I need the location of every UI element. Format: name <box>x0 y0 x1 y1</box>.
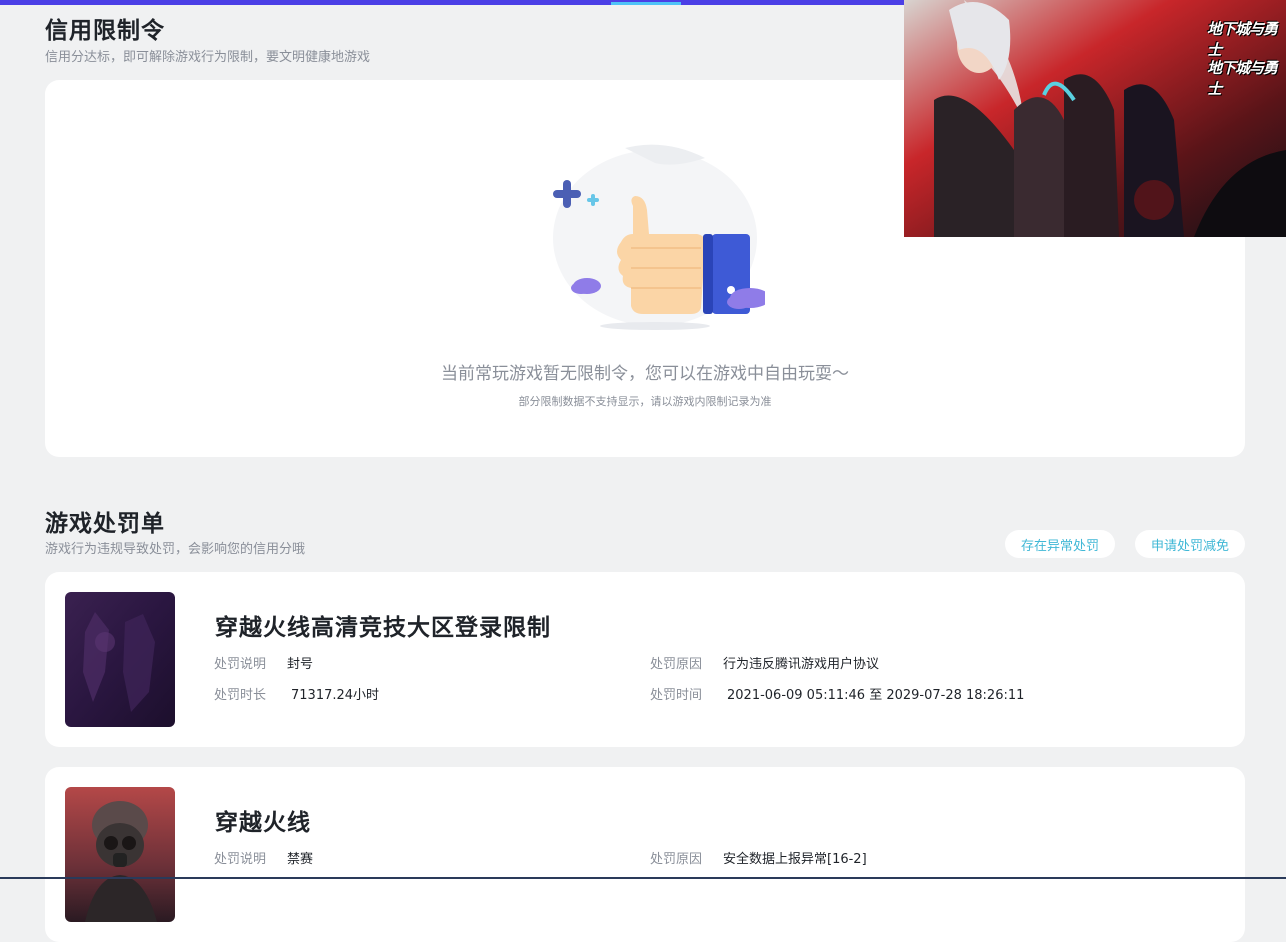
penalty-desc-value: 封号 <box>287 657 314 672</box>
penalty-time-value: 2021-06-09 05:11:46 至 2029-07-28 18:26:1… <box>727 688 1025 703</box>
game-logo-secondary: 地下城与勇士 <box>1207 59 1278 98</box>
penalty-desc-label: 处罚说明 <box>214 852 267 867</box>
game-thumbnail <box>65 787 175 922</box>
penalties-title: 游戏处罚单 <box>45 511 165 537</box>
penalty-reason-value: 安全数据上报异常[16-2] <box>723 852 867 867</box>
penalty-game-title: 穿越火线 <box>215 810 311 836</box>
penalty-duration-label: 处罚时长 <box>214 688 267 703</box>
penalty-time-label: 处罚时间 <box>650 688 703 703</box>
empty-state-note: 部分限制数据不支持显示，请以游戏内限制记录为准 <box>518 395 772 408</box>
appeal-penalty-button[interactable]: 申请处罚减免 <box>1135 530 1245 558</box>
penalties-subtitle: 游戏行为违规导致处罚，会影响您的信用分哦 <box>45 542 306 557</box>
abnormal-penalty-button[interactable]: 存在异常处罚 <box>1005 530 1115 558</box>
tab-indicator <box>611 2 681 5</box>
penalty-reason-value: 行为违反腾讯游戏用户协议 <box>723 657 880 672</box>
game-logo-primary: 地下城与勇士 <box>1207 20 1278 59</box>
penalty-game-title: 穿越火线高清竞技大区登录限制 <box>215 615 551 641</box>
penalty-reason-label: 处罚原因 <box>650 852 703 867</box>
thumbs-up-icon <box>553 144 765 330</box>
game-ad-banner[interactable]: 地下城与勇士 地下城与勇士 <box>904 0 1286 237</box>
game-thumbnail <box>65 592 175 727</box>
penalty-duration-value: 71317.24小时 <box>291 688 380 703</box>
credit-restriction-title: 信用限制令 <box>45 18 165 44</box>
penalty-desc-label: 处罚说明 <box>214 657 267 672</box>
penalty-card: 穿越火线高清竞技大区登录限制 处罚说明 封号 处罚原因 行为违反腾讯游戏用户协议… <box>45 572 1245 747</box>
credit-restriction-subtitle: 信用分达标，即可解除游戏行为限制，要文明健康地游戏 <box>45 50 371 65</box>
empty-state-message: 当前常玩游戏暂无限制令，您可以在游戏中自由玩耍～ <box>441 364 849 384</box>
penalty-reason-label: 处罚原因 <box>650 657 703 672</box>
penalty-desc-value: 禁赛 <box>287 852 314 867</box>
penalty-card: 穿越火线 处罚说明 禁赛 处罚原因 安全数据上报异常[16-2] <box>45 767 1245 942</box>
